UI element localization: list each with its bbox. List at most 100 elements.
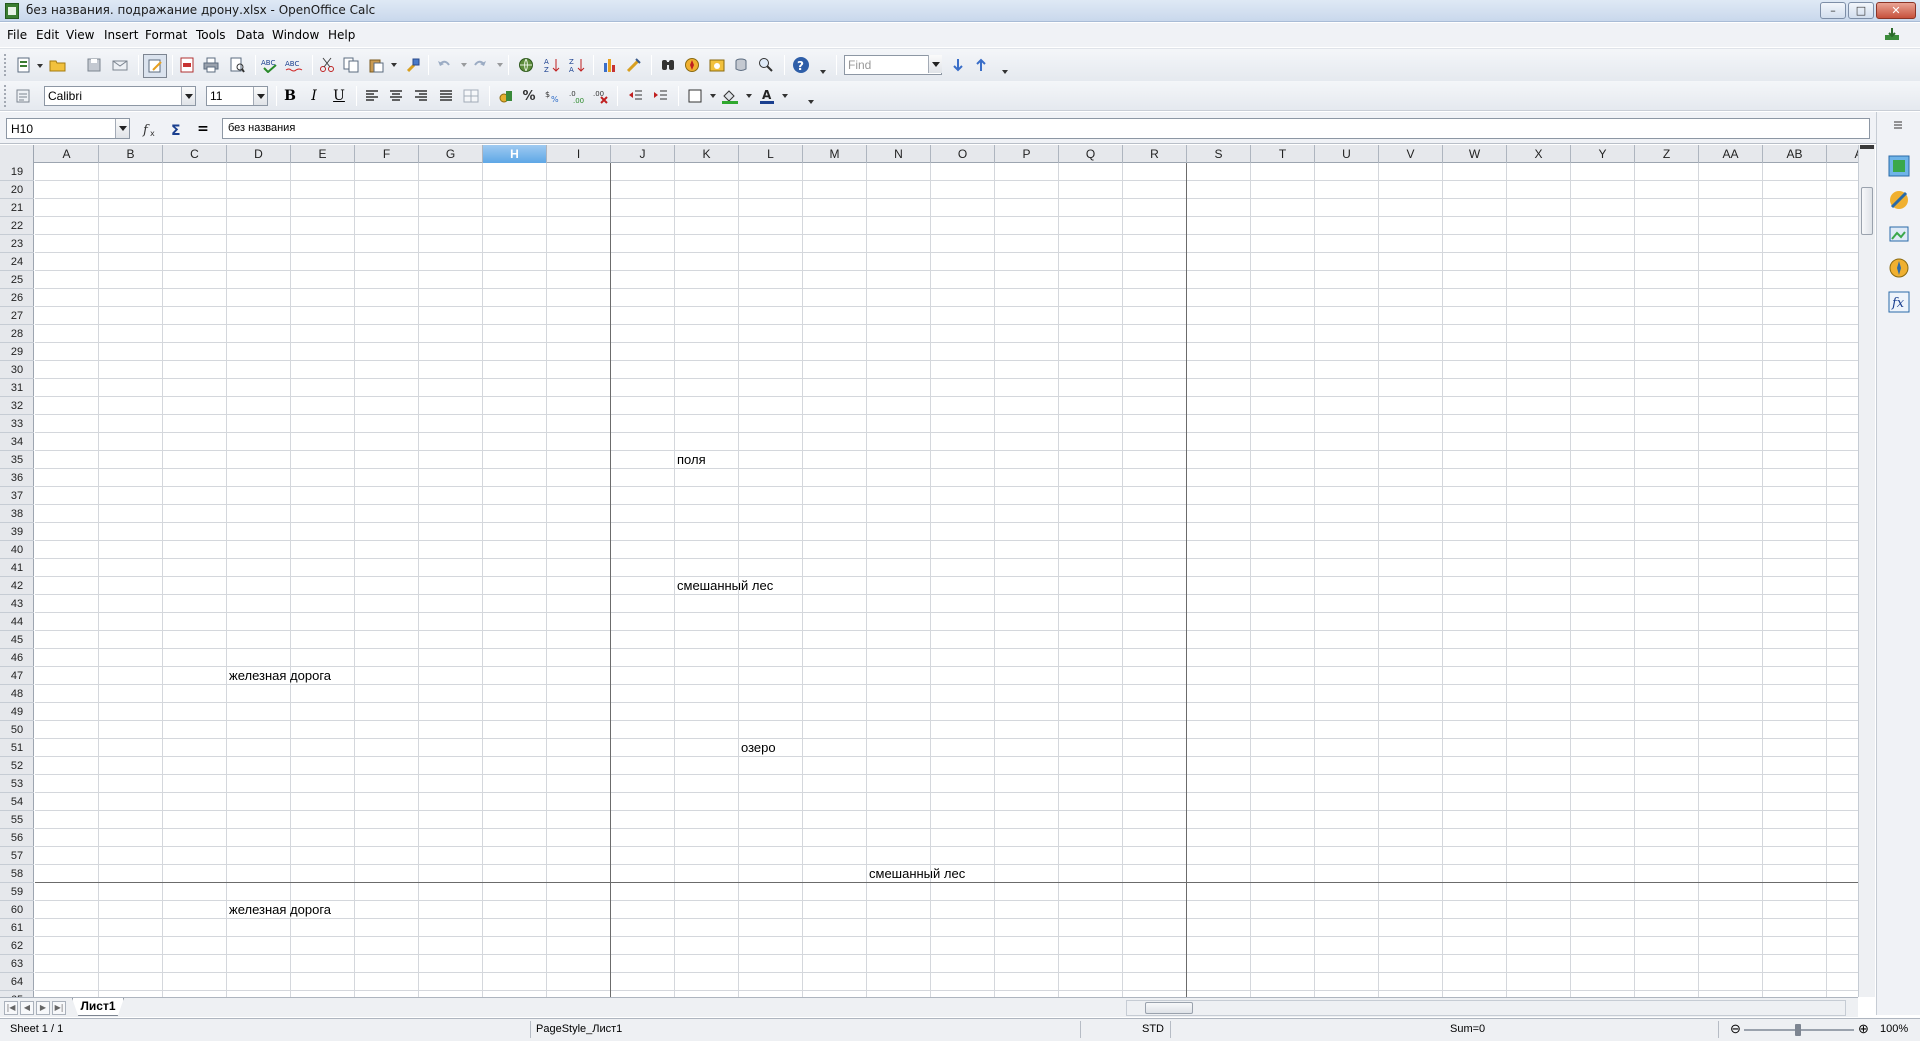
row-header[interactable]: 50: [0, 721, 34, 739]
update-download-icon[interactable]: [1884, 27, 1900, 41]
column-header[interactable]: I: [547, 145, 611, 163]
vertical-split-handle[interactable]: [1860, 145, 1874, 149]
menu-tools[interactable]: Tools: [196, 28, 226, 42]
row-header[interactable]: 46: [0, 649, 34, 667]
redo-icon[interactable]: [470, 55, 490, 75]
menu-view[interactable]: View: [66, 28, 94, 42]
column-header[interactable]: E: [291, 145, 355, 163]
row-header[interactable]: 44: [0, 613, 34, 631]
row-header[interactable]: 32: [0, 397, 34, 415]
bold-button[interactable]: B: [280, 86, 300, 106]
row-header[interactable]: 34: [0, 433, 34, 451]
column-header[interactable]: Z: [1635, 145, 1699, 163]
row-header[interactable]: 35: [0, 451, 34, 469]
menu-edit[interactable]: Edit: [36, 28, 59, 42]
copy-icon[interactable]: [341, 55, 361, 75]
column-header[interactable]: A: [35, 145, 99, 163]
zoom-icon[interactable]: [756, 55, 776, 75]
row-header[interactable]: 36: [0, 469, 34, 487]
font-size-dropdown[interactable]: [253, 87, 267, 105]
row-header[interactable]: 31: [0, 379, 34, 397]
sheet-tab[interactable]: Лист1: [72, 998, 124, 1016]
column-header[interactable]: S: [1187, 145, 1251, 163]
align-center-icon[interactable]: [386, 86, 406, 106]
column-header[interactable]: AB: [1763, 145, 1827, 163]
column-header[interactable]: T: [1251, 145, 1315, 163]
find-toolbar-overflow-arrow[interactable]: [1002, 70, 1008, 74]
row-header[interactable]: 28: [0, 325, 34, 343]
row-header[interactable]: 49: [0, 703, 34, 721]
font-color-dropdown-arrow[interactable]: [782, 94, 788, 98]
row-header[interactable]: 37: [0, 487, 34, 505]
gallery-deck-icon[interactable]: [1887, 222, 1911, 246]
row-header[interactable]: 26: [0, 289, 34, 307]
column-header[interactable]: B: [99, 145, 163, 163]
menu-insert[interactable]: Insert: [104, 28, 138, 42]
menu-data[interactable]: Data: [236, 28, 265, 42]
data-sources-icon[interactable]: [731, 55, 751, 75]
row-header[interactable]: 47: [0, 667, 34, 685]
column-header[interactable]: D: [227, 145, 291, 163]
row-header[interactable]: 23: [0, 235, 34, 253]
page-style[interactable]: PageStyle_Лист1: [536, 1023, 622, 1035]
row-header[interactable]: 53: [0, 775, 34, 793]
formatting-overflow-arrow[interactable]: [808, 100, 814, 104]
row-header[interactable]: 39: [0, 523, 34, 541]
row-header[interactable]: 30: [0, 361, 34, 379]
row-header[interactable]: 22: [0, 217, 34, 235]
row-header[interactable]: 20: [0, 181, 34, 199]
row-header[interactable]: 63: [0, 955, 34, 973]
borders-dropdown-arrow[interactable]: [710, 94, 716, 98]
column-header[interactable]: L: [739, 145, 803, 163]
align-right-icon[interactable]: [411, 86, 431, 106]
column-header[interactable]: R: [1123, 145, 1187, 163]
increase-indent-icon[interactable]: [651, 86, 671, 106]
autospellcheck-icon[interactable]: ABC: [284, 55, 304, 75]
font-name-combo[interactable]: Calibri: [44, 86, 196, 106]
borders-icon[interactable]: [685, 86, 705, 106]
new-document-icon[interactable]: [14, 55, 34, 75]
open-folder-icon[interactable]: [48, 55, 68, 75]
sidebar-menu-icon[interactable]: [1887, 118, 1911, 132]
row-header[interactable]: 25: [0, 271, 34, 289]
font-size-combo[interactable]: 11: [206, 86, 268, 106]
undo-icon[interactable]: [434, 55, 454, 75]
row-header[interactable]: 58: [0, 865, 34, 883]
background-color-dropdown-arrow[interactable]: [746, 94, 752, 98]
new-dropdown-arrow[interactable]: [37, 64, 43, 68]
navigator-icon[interactable]: [682, 55, 702, 75]
menu-format[interactable]: Format: [145, 28, 187, 42]
zoom-in-icon[interactable]: ⊕: [1858, 1021, 1869, 1037]
styles-deck-icon[interactable]: [1887, 188, 1911, 212]
first-sheet-button[interactable]: |◀: [4, 1001, 18, 1015]
name-box-dropdown[interactable]: [115, 119, 129, 138]
find-next-icon[interactable]: [948, 55, 968, 75]
delete-decimal-place-icon[interactable]: .00: [591, 86, 611, 106]
row-header[interactable]: 60: [0, 901, 34, 919]
row-header[interactable]: 59: [0, 883, 34, 901]
zoom-out-icon[interactable]: ⊖: [1730, 1021, 1741, 1037]
decrease-indent-icon[interactable]: [626, 86, 646, 106]
cut-icon[interactable]: [317, 55, 337, 75]
paste-dropdown-arrow[interactable]: [391, 63, 397, 67]
minimize-button[interactable]: –: [1820, 2, 1846, 19]
chart-icon[interactable]: [600, 55, 620, 75]
italic-button[interactable]: I: [304, 86, 324, 106]
paste-icon[interactable]: [366, 55, 386, 75]
row-header[interactable]: 33: [0, 415, 34, 433]
column-header[interactable]: O: [931, 145, 995, 163]
underline-button[interactable]: U: [329, 86, 349, 106]
find-previous-icon[interactable]: [971, 55, 991, 75]
percent-format-button[interactable]: %: [519, 86, 539, 106]
row-header[interactable]: 62: [0, 937, 34, 955]
column-header[interactable]: X: [1507, 145, 1571, 163]
cell-k35[interactable]: поля: [675, 451, 706, 469]
sort-ascending-icon[interactable]: AZ: [542, 55, 562, 75]
column-header[interactable]: J: [611, 145, 675, 163]
column-header[interactable]: N: [867, 145, 931, 163]
print-icon[interactable]: [201, 55, 221, 75]
add-decimal-place-icon[interactable]: .0.00: [567, 86, 587, 106]
export-pdf-icon[interactable]: [177, 55, 197, 75]
sort-descending-icon[interactable]: ZA: [567, 55, 587, 75]
row-header[interactable]: 42: [0, 577, 34, 595]
